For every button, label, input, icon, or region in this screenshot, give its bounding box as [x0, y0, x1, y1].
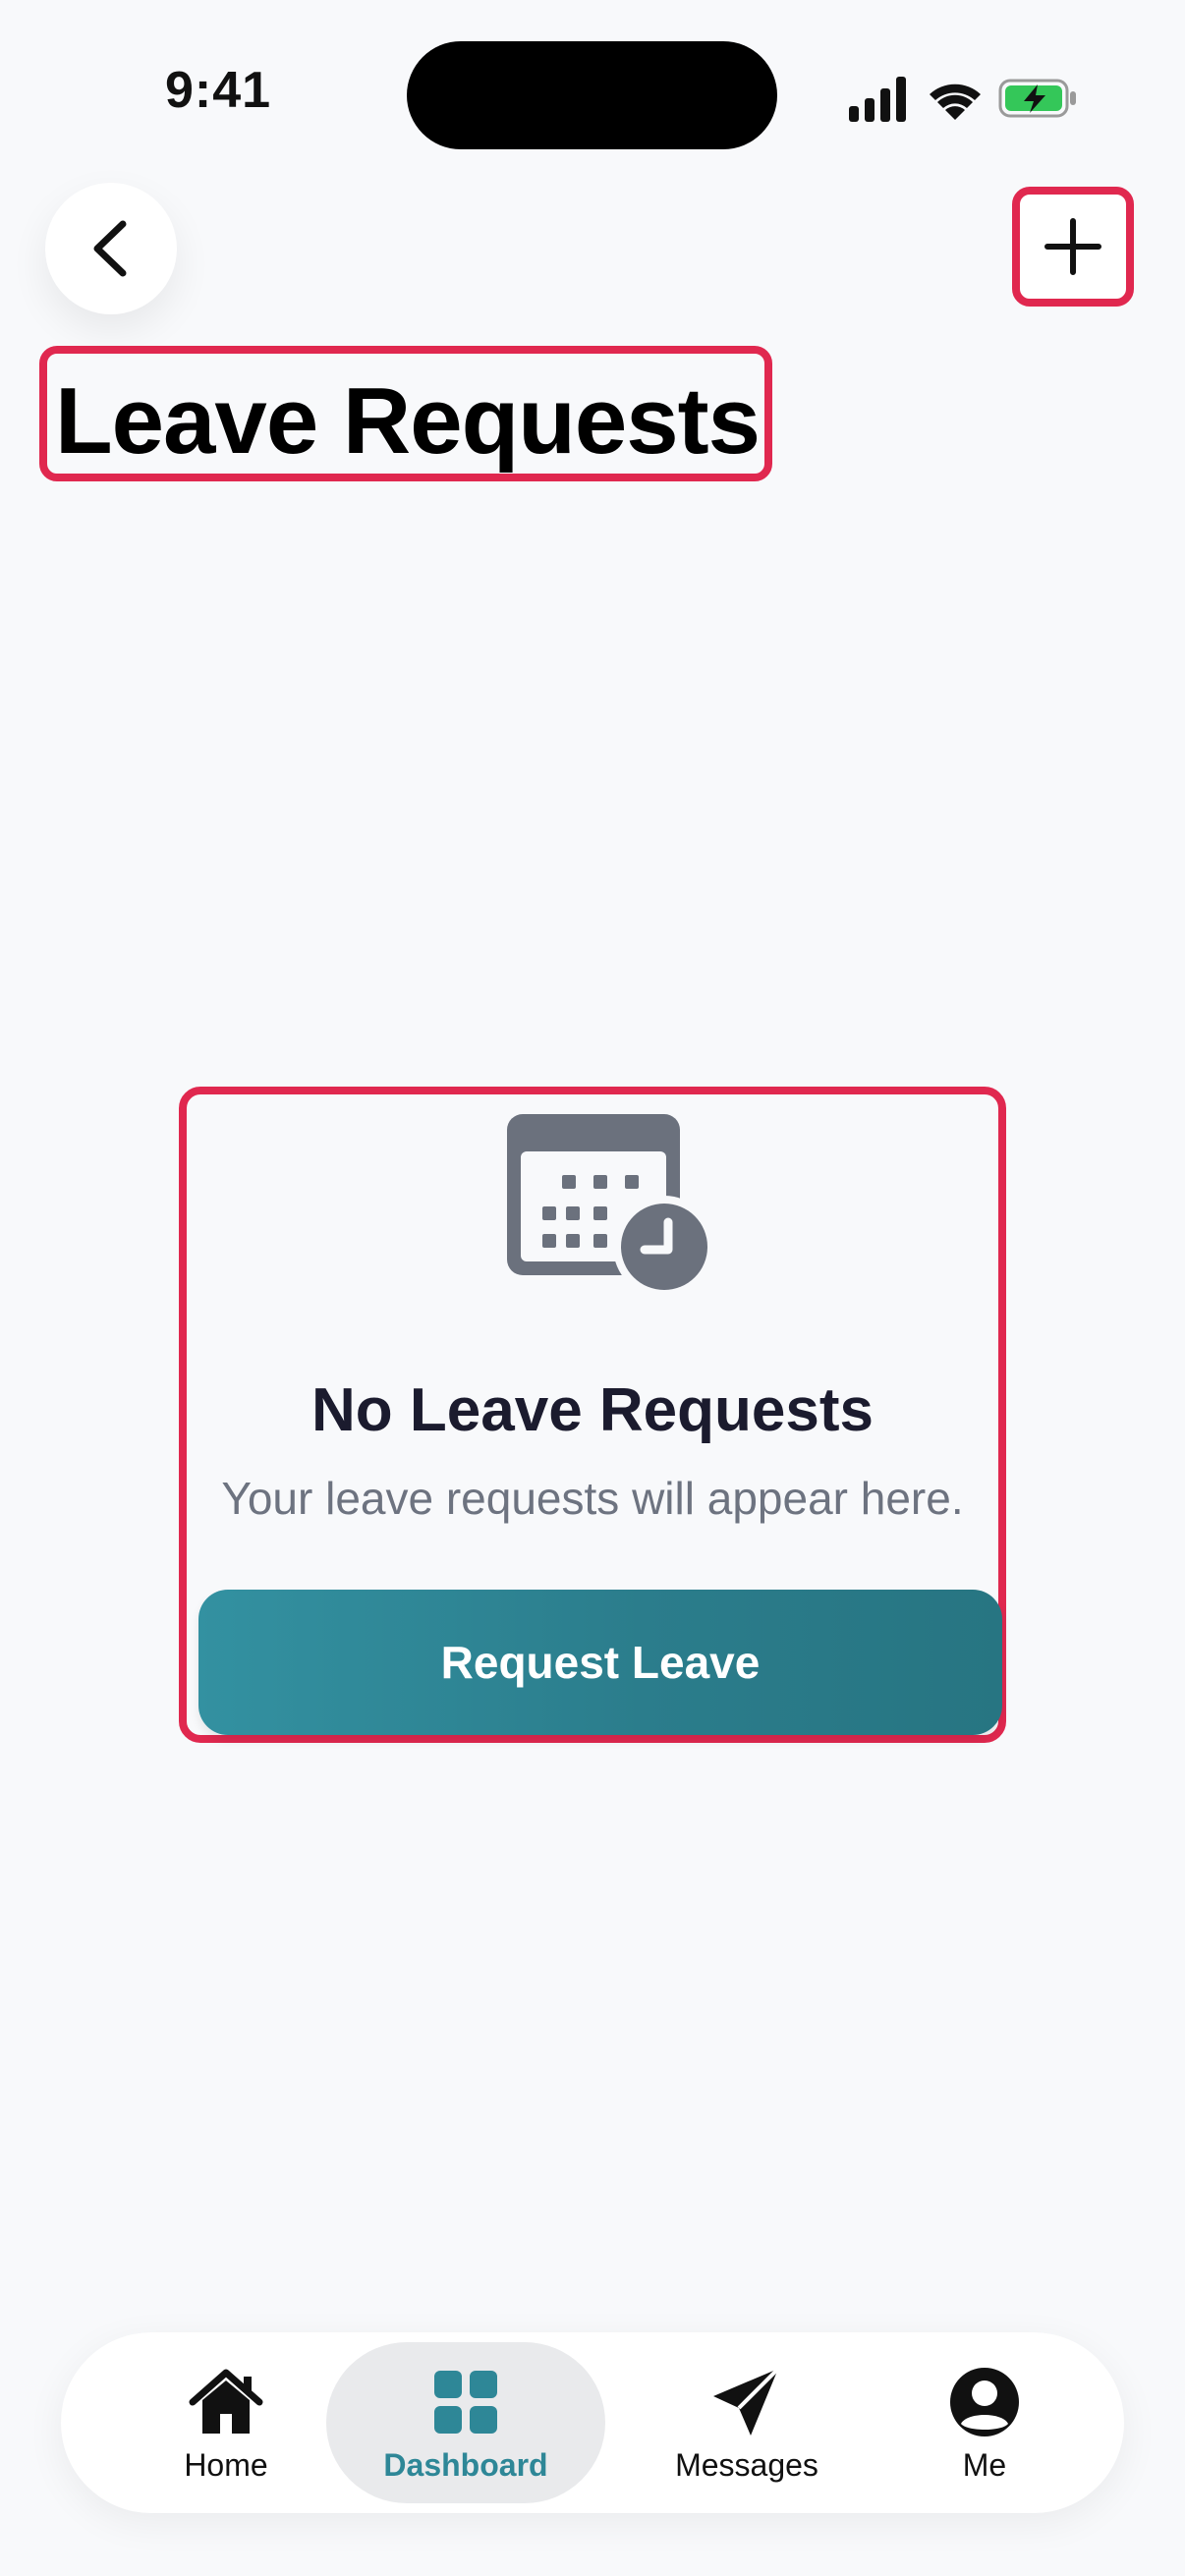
calendar-clock-icon [507, 1114, 715, 1298]
tab-me[interactable]: Me [867, 2342, 1102, 2503]
leave-requests-screen: 9:41 Leave Requests No Leave Requests Yo… [0, 0, 1185, 2576]
user-avatar-icon [950, 2367, 1019, 2436]
page-title-container: Leave Requests [39, 346, 772, 481]
tab-label-home: Home [184, 2446, 268, 2483]
tab-label-me: Me [962, 2446, 1007, 2483]
tab-label-dashboard: Dashboard [383, 2446, 548, 2483]
empty-state-card: No Leave Requests Your leave requests wi… [179, 1087, 1006, 1743]
paper-plane-icon [713, 2367, 780, 2436]
back-button[interactable] [45, 183, 177, 314]
request-leave-button[interactable]: Request Leave [198, 1590, 1002, 1735]
dashboard-grid-icon [434, 2370, 497, 2434]
battery-charging-icon [998, 79, 1076, 118]
empty-state-title: No Leave Requests [311, 1376, 874, 1444]
wifi-icon [930, 84, 981, 120]
plus-icon [1044, 218, 1101, 275]
chevron-left-icon [93, 220, 127, 277]
home-icon [189, 2369, 263, 2434]
status-icons [849, 77, 1076, 122]
tab-home[interactable]: Home [108, 2342, 344, 2503]
tab-messages[interactable]: Messages [599, 2342, 894, 2503]
cellular-signal-icon [849, 77, 906, 122]
status-time: 9:41 [165, 62, 272, 119]
add-leave-request-button[interactable] [1012, 187, 1134, 307]
dynamic-island [407, 41, 777, 149]
tab-label-messages: Messages [675, 2446, 818, 2483]
page-title: Leave Requests [55, 368, 761, 474]
bottom-tab-bar: Home Dashboard Messages Me [61, 2332, 1124, 2513]
empty-state-subtitle: Your leave requests will appear here. [221, 1473, 964, 1524]
tab-dashboard[interactable]: Dashboard [326, 2342, 605, 2503]
